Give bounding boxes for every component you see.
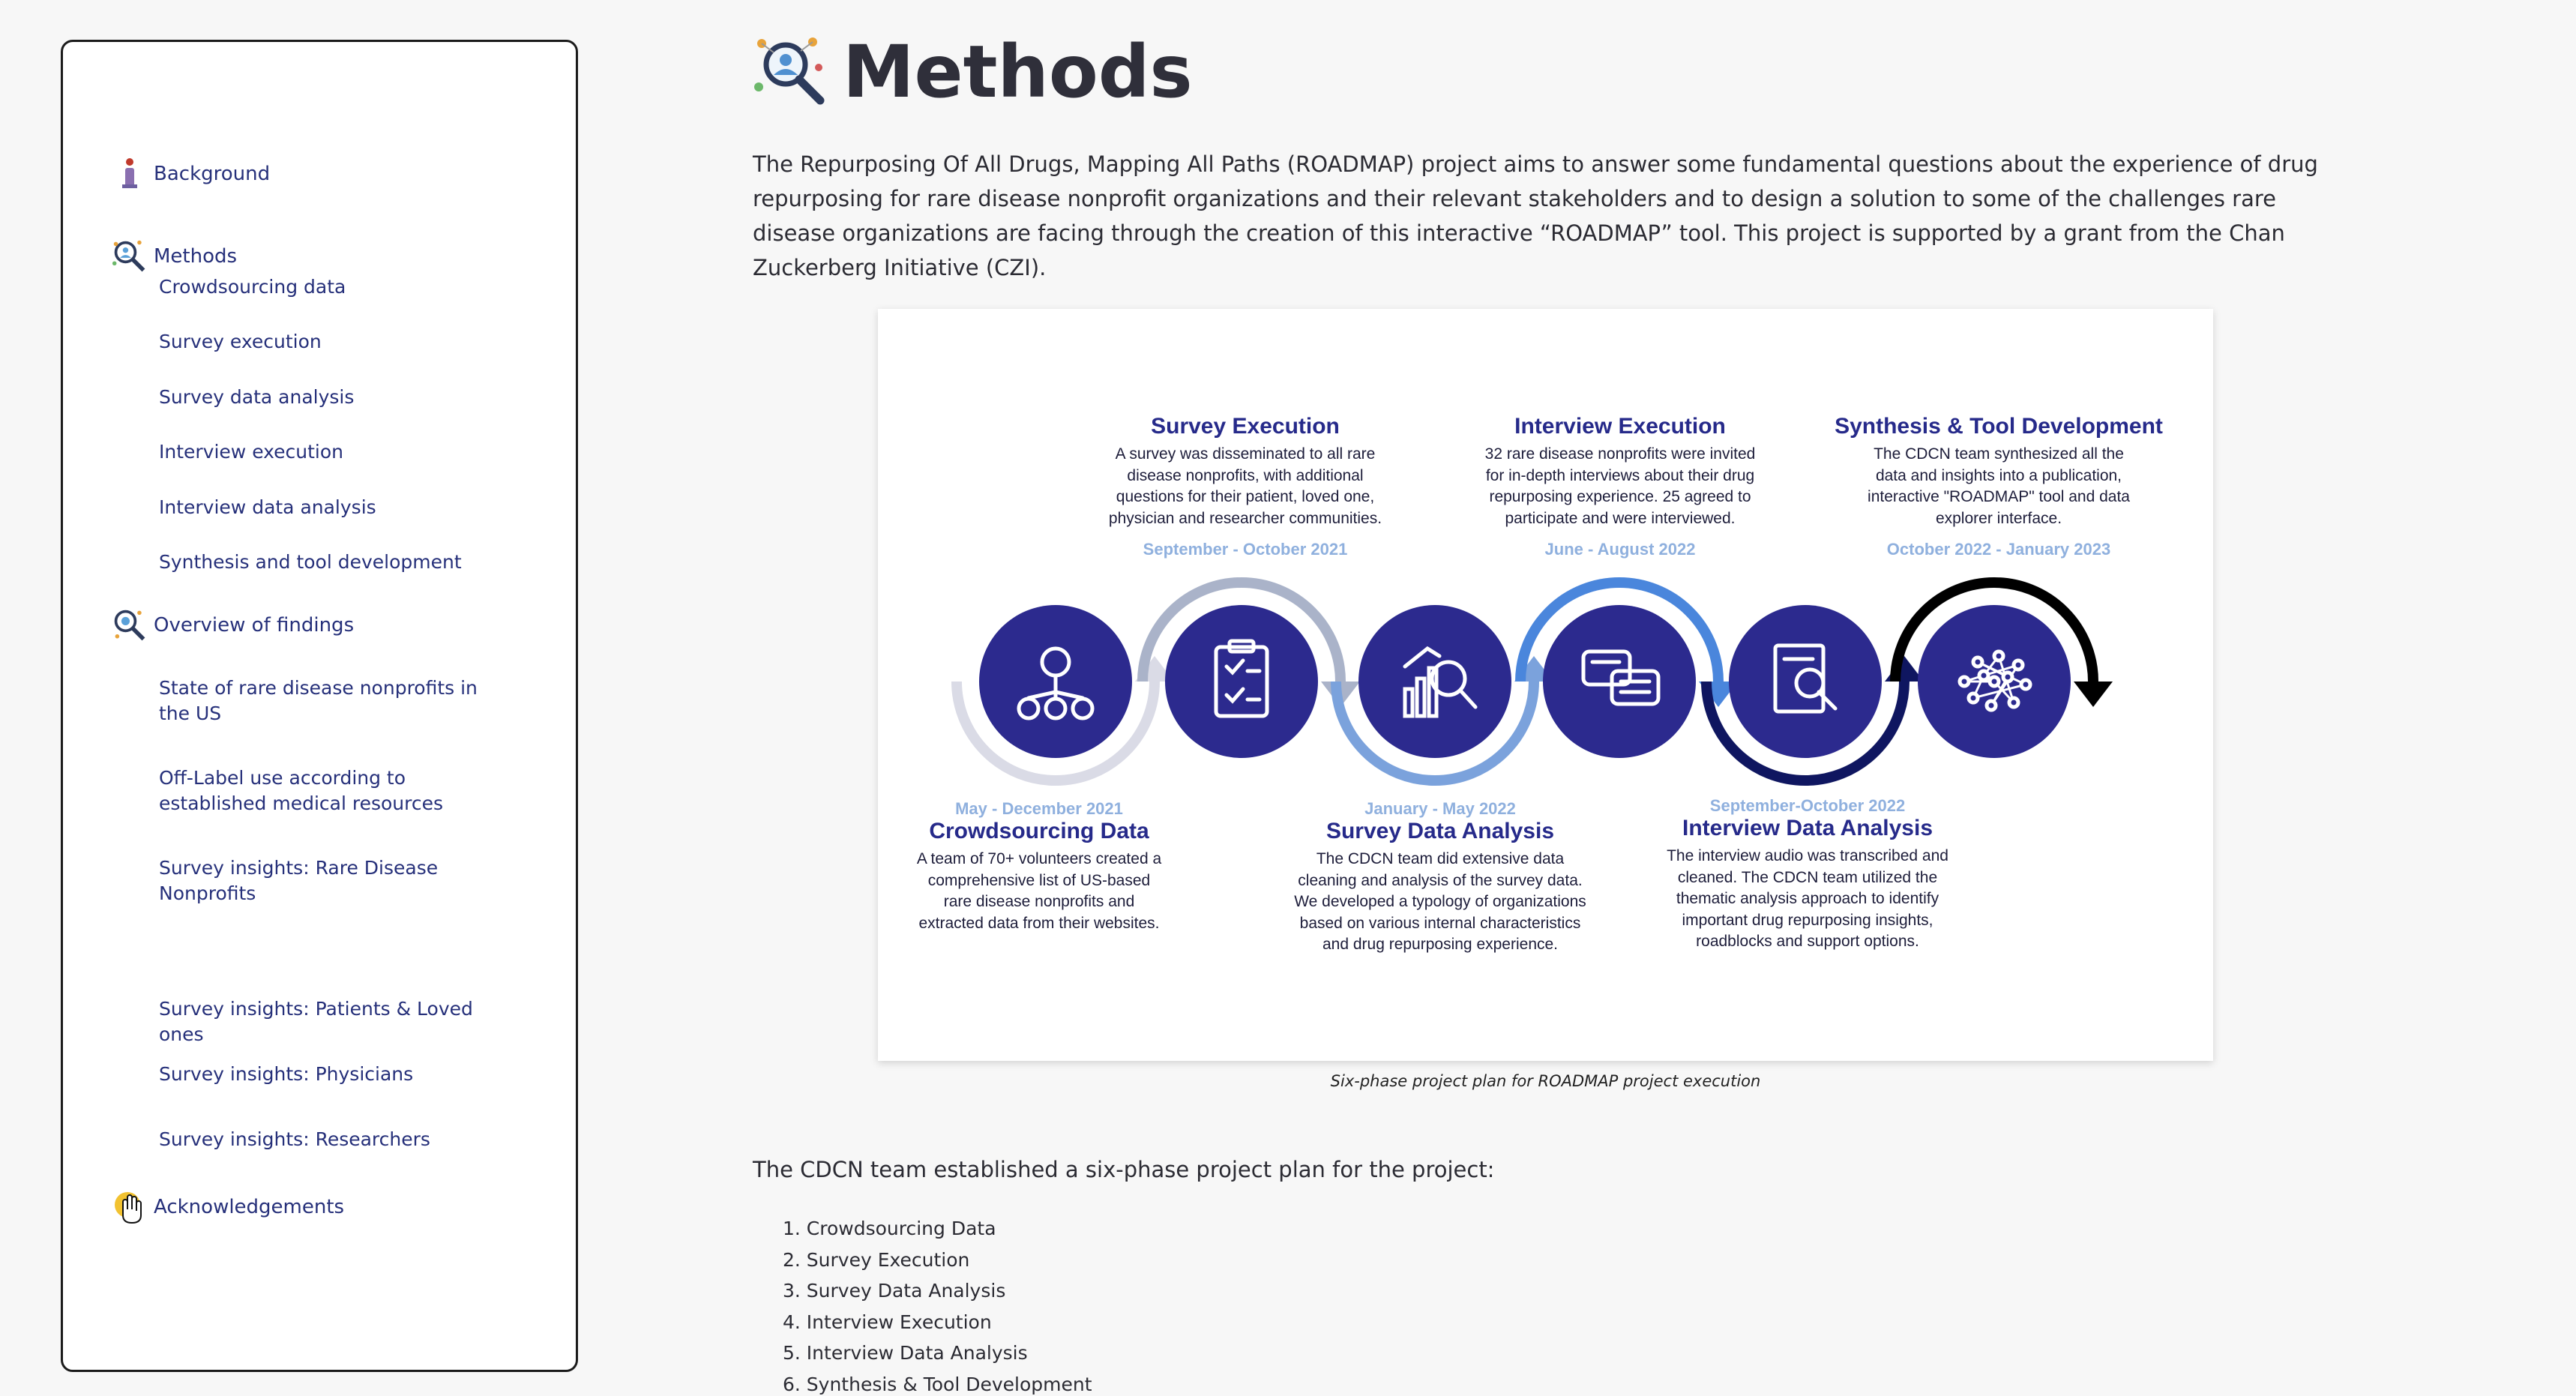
nav-section-methods[interactable]: Methods <box>112 238 237 274</box>
findings-magnifier-icon <box>112 607 148 643</box>
nav-item-survey-execution[interactable]: Survey execution <box>159 329 504 355</box>
arc-arrowhead <box>2074 682 2113 707</box>
nav-section-label: Methods <box>154 245 238 268</box>
phase-list-item: 6. Synthesis & Tool Development <box>783 1373 1092 1395</box>
phase-title: Survey Data Analysis <box>1325 819 1555 843</box>
phase-title: Crowdsourcing Data <box>929 819 1149 843</box>
phase-title: Survey Execution <box>1151 414 1340 439</box>
phase-description: The CDCN team synthesized all the data an… <box>1868 445 2130 527</box>
methods-magnifier-icon <box>112 238 148 274</box>
nav-item-survey-insights-patients[interactable]: Survey insights: Patients & Loved ones <box>159 996 504 1047</box>
phase-date: May - December 2021 <box>955 799 1123 818</box>
phase-description: 32 rare disease nonprofits were invited f… <box>1484 445 1756 527</box>
nav-item-survey-insights-nonprofits[interactable]: Survey insights: Rare Disease Nonprofits <box>159 855 504 906</box>
nav-item-synthesis-tool-development[interactable]: Synthesis and tool development <box>159 550 504 575</box>
phase-description: The CDCN team did extensive data cleaning… <box>1294 850 1586 953</box>
phase-title: Synthesis & Tool Development <box>1835 414 2163 439</box>
phase-date: October 2022 - January 2023 <box>1886 540 2111 559</box>
phase-block: Survey Execution A survey was disseminate… <box>1073 414 1418 559</box>
phase-block: Interview Execution 32 rare disease nonpr… <box>1448 414 1793 559</box>
nav-item-state-of-rare-disease-nonprofits[interactable]: State of rare disease nonprofits in the … <box>159 676 504 726</box>
nav-section-acknowledgements[interactable]: Acknowledgements <box>112 1189 344 1225</box>
nav-item-survey-data-analysis[interactable]: Survey data analysis <box>159 385 504 410</box>
phase-description: A team of 70+ volunteers created a compre… <box>916 850 1162 932</box>
nav-section-label: Overview of findings <box>154 614 355 637</box>
nav-item-survey-insights-physicians[interactable]: Survey insights: Physicians <box>159 1062 504 1087</box>
intro-paragraph: The Repurposing Of All Drugs, Mapping Al… <box>753 151 2318 280</box>
phase-title: Interview Data Analysis <box>1682 816 1933 840</box>
phase-block: September-October 2022 Interview Data Ana… <box>1635 796 1980 953</box>
phase-date: September - October 2021 <box>1143 540 1348 559</box>
info-icon <box>112 156 148 192</box>
nav-section-overview-of-findings[interactable]: Overview of findings <box>112 607 354 643</box>
methods-magnifier-icon <box>753 33 828 111</box>
phase-list: 1. Crowdsourcing Data 2. Survey Executio… <box>783 1213 1092 1396</box>
phase-circle <box>1165 605 1318 758</box>
phase-date: September-October 2022 <box>1709 796 1906 815</box>
nav-item-off-label-use[interactable]: Off-Label use according to established m… <box>159 765 504 816</box>
hand-icon <box>112 1189 148 1225</box>
nav-section-background[interactable]: Background <box>112 156 270 192</box>
nav-item-survey-insights-researchers[interactable]: Survey insights: Researchers <box>159 1127 504 1152</box>
phase-list-item: 5. Interview Data Analysis <box>783 1342 1028 1364</box>
phase-list-item: 3. Survey Data Analysis <box>783 1280 1006 1302</box>
phase-date: June - August 2022 <box>1544 540 1696 559</box>
phase-description: A survey was disseminated to all rare dis… <box>1108 445 1382 527</box>
phase-block: January - May 2022 Survey Data Analysis Th… <box>1268 799 1613 956</box>
phase-circle <box>1729 605 1882 758</box>
phase-list-item: 1. Crowdsourcing Data <box>783 1218 996 1239</box>
roadmap-figure: May - December 2021 Crowdsourcing Data A t… <box>878 309 2213 1061</box>
phase-block: Synthesis & Tool Development The CDCN tea… <box>1819 414 2179 559</box>
phase-date: January - May 2022 <box>1364 799 1516 818</box>
nav-item-interview-execution[interactable]: Interview execution <box>159 439 504 465</box>
sidebar-nav: Background Methods Crowdsourcing data Su… <box>61 40 578 1372</box>
phase-list-item: 4. Interview Execution <box>783 1311 992 1333</box>
page-title: Methods <box>753 30 1193 114</box>
phase-title: Interview Execution <box>1514 414 1726 439</box>
nav-section-label: Acknowledgements <box>154 1196 345 1218</box>
figure-caption: Six-phase project plan for ROADMAP proje… <box>1330 1072 1761 1090</box>
nav-item-crowdsourcing-data[interactable]: Crowdsourcing data <box>159 274 504 300</box>
phase-block: May - December 2021 Crowdsourcing Data A t… <box>893 799 1185 934</box>
page-title-text: Methods <box>843 30 1193 114</box>
nav-item-interview-data-analysis[interactable]: Interview data analysis <box>159 495 504 520</box>
phase-description: The interview audio was transcribed and c… <box>1667 847 1948 950</box>
phase-list-item: 2. Survey Execution <box>783 1248 970 1271</box>
nav-section-label: Background <box>154 163 271 185</box>
plan-lead-text: The CDCN team established a six-phase pr… <box>753 1157 1495 1182</box>
